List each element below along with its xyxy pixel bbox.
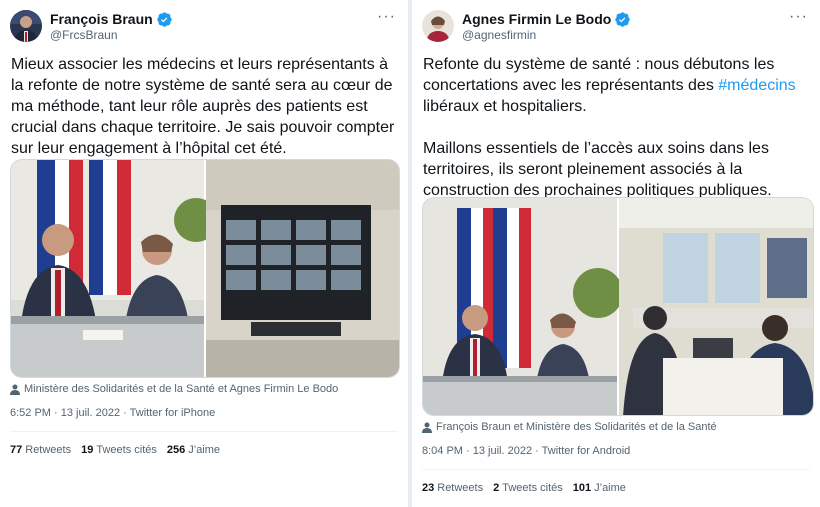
divider (10, 431, 398, 432)
tweet-card-braun[interactable]: François Braun @FrcsBraun ··· Mieux asso… (0, 0, 408, 507)
person-tag-icon (422, 422, 432, 433)
tweet-text: Refonte du système de santé : nous début… (423, 56, 796, 199)
retweets-stat[interactable]: 23 Retweets (422, 482, 483, 494)
divider (422, 469, 810, 470)
author-name[interactable]: Agnes Firmin Le Bodo (462, 11, 611, 27)
tagged-users-label[interactable]: François Braun et Ministère des Solidari… (436, 421, 717, 433)
tweet-timestamp[interactable]: 6:52 PM · 13 juil. 2022 · Twitter for iP… (10, 407, 215, 419)
likes-stat[interactable]: 256 J’aime (167, 444, 220, 456)
more-options-icon[interactable]: ··· (377, 8, 396, 26)
avatar[interactable] (10, 10, 42, 42)
hashtag-link[interactable]: #médecins (718, 77, 795, 94)
tagged-users[interactable]: François Braun et Ministère des Solidari… (422, 421, 717, 433)
tagged-users[interactable]: Ministère des Solidarités et de la Santé… (10, 383, 338, 395)
verified-badge-icon (615, 11, 631, 27)
person-tag-icon (10, 384, 20, 395)
tweet-stats: 77 Retweets 19 Tweets cités 256 J’aime (10, 444, 220, 456)
more-options-icon[interactable]: ··· (789, 8, 808, 26)
tagged-users-label[interactable]: Ministère des Solidarités et de la Santé… (24, 383, 338, 395)
tweet-text: Mieux associer les médecins et leurs rep… (11, 56, 399, 157)
likes-stat[interactable]: 101 J’aime (573, 482, 626, 494)
retweets-stat[interactable]: 77 Retweets (10, 444, 71, 456)
tweet-media[interactable] (422, 197, 814, 416)
author-name[interactable]: François Braun (50, 11, 153, 27)
author-handle[interactable]: @FrcsBraun (50, 28, 118, 42)
quotes-stat[interactable]: 19 Tweets cités (81, 444, 157, 456)
author-handle[interactable]: @agnesfirmin (462, 28, 536, 42)
avatar[interactable] (422, 10, 454, 42)
quotes-stat[interactable]: 2 Tweets cités (493, 482, 563, 494)
tweet-card-firmin[interactable]: Agnes Firmin Le Bodo @agnesfirmin ··· Re… (412, 0, 820, 507)
tweet-timestamp[interactable]: 8:04 PM · 13 juil. 2022 · Twitter for An… (422, 445, 630, 457)
tweet-media[interactable] (10, 159, 400, 378)
tweet-stats: 23 Retweets 2 Tweets cités 101 J’aime (422, 482, 626, 494)
verified-badge-icon (157, 11, 172, 27)
